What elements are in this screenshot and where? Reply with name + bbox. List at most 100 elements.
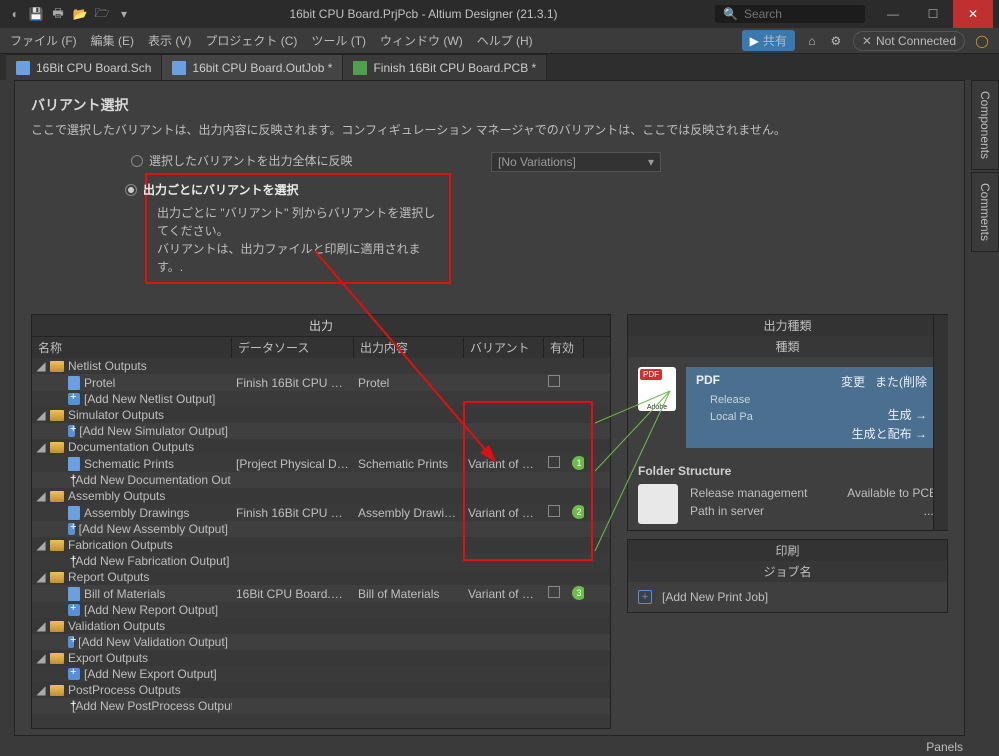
category-row[interactable]: ◢Report Outputs: [32, 569, 610, 585]
col-variant[interactable]: バリアント: [464, 337, 544, 358]
output-container-pdf[interactable]: PDF 変更 また(削除 Release Local Pa 生成 → 生成と配布…: [686, 367, 937, 448]
folder-icon: [50, 491, 64, 502]
variant-hint: 出力ごとに "バリアント" 列からバリアントを選択してください。 バリアントは、…: [157, 204, 439, 276]
col-name[interactable]: 名称: [32, 337, 232, 358]
content-area: バリアント選択 ここで選択したバリアントは、出力内容に反映されます。コンフィギュ…: [14, 80, 965, 736]
twisty-icon[interactable]: ◢: [36, 489, 46, 503]
rc-subtitle: 種類: [628, 336, 947, 357]
add-output-row[interactable]: [Add New Export Output]: [32, 666, 610, 682]
variant-dropdown[interactable]: [No Variations] ▾: [491, 152, 661, 172]
plus-icon: [68, 636, 74, 648]
variant-opt-per-output-highlight: 出力ごとにバリアントを選択 出力ごとに "バリアント" 列からバリアントを選択し…: [145, 173, 451, 284]
output-containers: 出力種類 種類 PDF 変更 また(削除 Release Local Pa 生成…: [627, 314, 948, 531]
minimize-button[interactable]: —: [873, 0, 913, 28]
rc-title: 出力種類: [628, 315, 947, 336]
plus-icon: [68, 523, 75, 535]
variant-opt-all[interactable]: 選択したバリアントを出力全体に反映: [131, 152, 451, 169]
variant-opt-per-output[interactable]: 出力ごとにバリアントを選択: [125, 181, 439, 198]
menu-tool[interactable]: ツール (T): [311, 32, 366, 49]
output-row[interactable]: ProtelFinish 16Bit CPU Board.PProtel: [32, 374, 610, 391]
search-icon: 🔍: [723, 7, 738, 21]
folder-icon: [50, 442, 64, 453]
twisty-icon[interactable]: ◢: [36, 408, 46, 422]
enable-checkbox[interactable]: [548, 375, 560, 387]
panels-button[interactable]: Panels: [926, 740, 963, 754]
open-icon[interactable]: 📂: [72, 6, 88, 22]
generate-link[interactable]: 生成 →: [888, 406, 927, 423]
category-row[interactable]: ◢Netlist Outputs: [32, 358, 610, 374]
search-box[interactable]: 🔍: [715, 5, 865, 23]
cloud-icon[interactable]: ◯: [975, 34, 989, 48]
menu-window[interactable]: ウィンドウ (W): [380, 32, 463, 49]
col-datasource[interactable]: データソース: [232, 337, 354, 358]
gear-icon[interactable]: ⚙: [829, 34, 843, 48]
radio-selected[interactable]: [125, 184, 137, 196]
rc-scrollbar[interactable]: [933, 315, 948, 530]
menu-edit[interactable]: 編集 (E): [91, 32, 134, 49]
category-row[interactable]: ◢Export Outputs: [32, 650, 610, 666]
share-button[interactable]: ▶ 共有: [742, 30, 795, 51]
folder-structure-title: Folder Structure: [638, 464, 937, 478]
add-output-row[interactable]: [Add New PostProcess Output]: [32, 698, 610, 714]
maximize-button[interactable]: ☐: [913, 0, 953, 28]
grid-title: 出力: [32, 315, 610, 337]
titlebar: ◖ 💾 🖶 📂 🗁 ▾ 16bit CPU Board.PrjPcb - Alt…: [0, 0, 999, 28]
side-tab-components[interactable]: Components: [971, 80, 999, 170]
twisty-icon[interactable]: ◢: [36, 619, 46, 633]
twisty-icon[interactable]: ◢: [36, 538, 46, 552]
generate-distribute-link[interactable]: 生成と配布 →: [852, 425, 927, 442]
close-button[interactable]: ✕: [953, 0, 993, 28]
folder-icon: [50, 361, 64, 372]
twisty-icon[interactable]: ◢: [36, 440, 46, 454]
menu-help[interactable]: ヘルプ (H): [477, 32, 533, 49]
plus-icon: [68, 425, 75, 437]
menubar: ファイル (F) 編集 (E) 表示 (V) プロジェクト (C) ツール (T…: [0, 28, 999, 54]
radio-unselected[interactable]: [131, 155, 143, 167]
document-tabs: 16Bit CPU Board.Sch 16bit CPU Board.OutJ…: [0, 54, 999, 80]
doc-icon: [68, 376, 80, 390]
menu-file[interactable]: ファイル (F): [10, 32, 77, 49]
tab-sch[interactable]: 16Bit CPU Board.Sch: [6, 54, 162, 80]
chevron-down-icon: ▾: [648, 155, 654, 169]
window-title: 16bit CPU Board.PrjPcb - Altium Designer…: [132, 7, 715, 21]
pcb-file-icon: [353, 61, 367, 75]
plus-icon: +: [638, 590, 652, 604]
enable-checkbox[interactable]: [548, 586, 560, 598]
plus-icon: [68, 668, 80, 680]
add-output-row[interactable]: [Add New Validation Output]: [32, 634, 610, 650]
twisty-icon[interactable]: ◢: [36, 359, 46, 373]
outjob-file-icon: [172, 61, 186, 75]
add-output-row[interactable]: [Add New Report Output]: [32, 602, 610, 618]
twisty-icon[interactable]: ◢: [36, 683, 46, 697]
variant-section-desc: ここで選択したバリアントは、出力内容に反映されます。コンフィギュレーション マネ…: [31, 121, 948, 138]
search-input[interactable]: [744, 7, 857, 21]
tab-pcb[interactable]: Finish 16Bit CPU Board.PCB *: [343, 54, 547, 80]
col-enabled[interactable]: 有効: [544, 337, 584, 358]
dropdown-icon[interactable]: ▾: [116, 6, 132, 22]
twisty-icon[interactable]: ◢: [36, 570, 46, 584]
side-tab-comments[interactable]: Comments: [971, 172, 999, 252]
folder-icon: [50, 540, 64, 551]
plus-icon: [68, 604, 80, 616]
menu-view[interactable]: 表示 (V): [148, 32, 191, 49]
add-print-job[interactable]: + [Add New Print Job]: [628, 582, 947, 612]
save-icon[interactable]: 💾: [28, 6, 44, 22]
category-row[interactable]: ◢PostProcess Outputs: [32, 682, 610, 698]
output-row[interactable]: Bill of Materials16Bit CPU Board.SchBill…: [32, 585, 610, 602]
link-badge: 3: [572, 586, 584, 600]
col-output-content[interactable]: 出力内容: [354, 337, 464, 358]
project-icon[interactable]: 🗁: [94, 6, 110, 22]
print-icon[interactable]: 🖶: [50, 6, 66, 22]
home-icon[interactable]: ⌂: [805, 34, 819, 48]
folder-icon: [50, 685, 64, 696]
twisty-icon[interactable]: ◢: [36, 651, 46, 665]
pdf-icon[interactable]: [638, 367, 676, 411]
category-row[interactable]: ◢Validation Outputs: [32, 618, 610, 634]
menu-project[interactable]: プロジェクト (C): [205, 32, 297, 49]
folder-icon: [50, 653, 64, 664]
tab-outjob[interactable]: 16bit CPU Board.OutJob *: [162, 54, 343, 80]
variant-column-highlight: [463, 401, 593, 561]
variant-section-title: バリアント選択: [31, 95, 948, 115]
folder-icon: [50, 572, 64, 583]
connection-status[interactable]: ✕ Not Connected: [853, 31, 965, 51]
